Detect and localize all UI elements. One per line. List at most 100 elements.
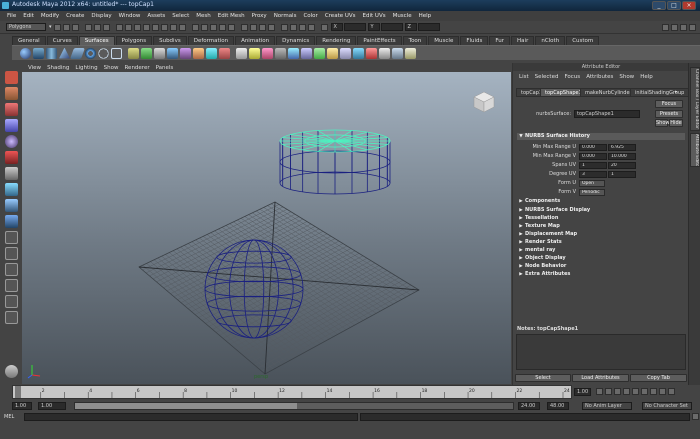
section-components[interactable]: ▶ Components (517, 198, 685, 205)
shelf-tab-rendering[interactable]: Rendering (316, 35, 357, 45)
mask-render-icon[interactable] (169, 23, 177, 31)
nurbs-sphere-icon[interactable] (20, 47, 31, 59)
menuset-dropdown[interactable]: Polygons (6, 23, 46, 31)
command-input[interactable] (24, 413, 358, 421)
degree-u-field[interactable]: 3 (579, 170, 607, 178)
new-scene-icon[interactable] (53, 23, 61, 31)
anim-layer-dropdown[interactable]: No Anim Layer (582, 402, 632, 410)
menu-create-uvs[interactable]: Create UVs (325, 13, 356, 19)
save-scene-icon[interactable] (71, 23, 79, 31)
nurbs-circle-icon[interactable] (98, 47, 109, 59)
snap-plane-icon[interactable] (218, 23, 226, 31)
spans-u-field[interactable]: 1 (579, 161, 607, 169)
shelf-tab-fluids[interactable]: Fluids (460, 35, 489, 45)
input-field-icon[interactable] (320, 23, 328, 31)
shelf-tab-subdivs[interactable]: Subdivs (153, 35, 187, 45)
nurbs-square-icon[interactable] (111, 47, 122, 59)
max-range-v-field[interactable]: 10.000 (608, 152, 636, 160)
form-v-dropdown[interactable]: Periodic (579, 188, 605, 196)
menu-edit-uvs[interactable]: Edit UVs (363, 13, 386, 19)
select-tool-icon[interactable] (5, 71, 18, 84)
viewport-menu-renderer[interactable]: Renderer (124, 65, 149, 71)
go-to-end-icon[interactable] (659, 388, 666, 395)
menu-window[interactable]: Window (119, 13, 141, 19)
bevel-icon[interactable] (219, 47, 230, 59)
surface-editing-icon[interactable] (405, 47, 416, 59)
soft-mod-tool-icon[interactable] (5, 183, 18, 196)
shelf-tab-muscle[interactable]: Muscle (428, 35, 460, 45)
perspective-viewport[interactable]: persp (22, 72, 511, 384)
menu-modify[interactable]: Modify (41, 13, 59, 19)
persp-outliner-layout-icon[interactable] (5, 263, 18, 276)
attach-surfaces-icon[interactable] (288, 47, 299, 59)
open-scene-icon[interactable] (62, 23, 70, 31)
snap-curve-icon[interactable] (200, 23, 208, 31)
birail-icon[interactable] (180, 47, 191, 59)
shelf-tab-dynamics[interactable]: Dynamics (276, 35, 316, 45)
step-forward-key-icon[interactable] (650, 388, 657, 395)
ae-menu-show[interactable]: Show (619, 74, 634, 80)
menu-create[interactable]: Create (66, 13, 84, 19)
mask-joints-icon[interactable] (124, 23, 132, 31)
extrude-icon[interactable] (167, 47, 178, 59)
step-back-key-icon[interactable] (605, 388, 612, 395)
menu-assets[interactable]: Assets (147, 13, 165, 19)
select-hierarchy-icon[interactable] (84, 23, 92, 31)
auto-key-icon[interactable] (668, 388, 675, 395)
ae-menu-attributes[interactable]: Attributes (586, 74, 613, 80)
nurbs-surface-name-field[interactable]: topCapShape1 (574, 110, 640, 118)
align-surfaces-icon[interactable] (314, 47, 325, 59)
menu-help[interactable]: Help (419, 13, 432, 19)
lasso-bottom-icon[interactable] (5, 365, 18, 378)
snap-grid-icon[interactable] (191, 23, 199, 31)
input-ops-icon[interactable] (249, 23, 257, 31)
show-hide-sidebar-icon[interactable] (662, 23, 669, 31)
project-curve-icon[interactable] (249, 47, 260, 59)
show-manipulator-icon[interactable] (5, 199, 18, 212)
section-node-behavior[interactable]: ▶ Node Behavior (517, 263, 685, 270)
shelf-tab-painteffects[interactable]: PaintEffects (357, 35, 402, 45)
mask-deform-icon[interactable] (151, 23, 159, 31)
playback-start-field[interactable]: 1.00 (38, 402, 66, 410)
field-y-input[interactable] (380, 23, 403, 31)
mask-handles-icon[interactable] (115, 23, 123, 31)
scale-tool-icon[interactable] (5, 151, 18, 164)
live-surface-icon[interactable] (227, 23, 235, 31)
section-tessellation[interactable]: ▶ Tessellation (517, 215, 685, 222)
section-render-stats[interactable]: ▶ Render Stats (517, 239, 685, 246)
extend-surfaces-icon[interactable] (353, 47, 364, 59)
shelf-tab-fur[interactable]: Fur (489, 35, 511, 45)
section-object-display[interactable]: ▶ Object Display (517, 255, 685, 262)
nurbs-cylinder-icon[interactable] (46, 47, 57, 59)
section-nurbs-surface-display[interactable]: ▶ NURBS Surface Display (517, 207, 685, 214)
menu-edit[interactable]: Edit (23, 13, 34, 19)
shelf-tab-custom[interactable]: Custom (566, 35, 600, 45)
nurbs-plane-icon[interactable] (69, 47, 86, 59)
construction-history-icon[interactable] (267, 23, 275, 31)
play-backwards-icon[interactable] (623, 388, 630, 395)
section-mental-ray[interactable]: ▶ mental ray (517, 247, 685, 254)
insert-isoparms-icon[interactable] (340, 47, 351, 59)
menu-color[interactable]: Color (303, 13, 317, 19)
menu-edit-mesh[interactable]: Edit Mesh (218, 13, 245, 19)
snap-point-icon[interactable] (209, 23, 217, 31)
field-z-input[interactable] (417, 23, 440, 31)
character-set-dropdown[interactable]: No Character Set (642, 402, 692, 410)
minimize-button[interactable]: _ (652, 1, 666, 10)
single-perspective-layout-icon[interactable] (5, 231, 18, 244)
viewport-menu-view[interactable]: View (28, 65, 41, 71)
mask-dynamics-icon[interactable] (160, 23, 168, 31)
start-time-field[interactable]: 1.00 (12, 402, 32, 410)
select-object-icon[interactable] (93, 23, 101, 31)
menu-file[interactable]: File (7, 13, 16, 19)
shelf-tab-polygons[interactable]: Polygons (115, 35, 153, 45)
viewport-menu-shading[interactable]: Shading (47, 65, 69, 71)
shelf-tab-general[interactable]: General (12, 35, 46, 45)
side-tab-attribute-editor[interactable]: Attribute Editor (690, 133, 700, 167)
presets-button[interactable]: Presets (655, 110, 683, 118)
render-settings-icon[interactable] (307, 23, 315, 31)
shelf-tab-toon[interactable]: Toon (402, 35, 428, 45)
mask-surfaces-icon[interactable] (142, 23, 150, 31)
range-slider[interactable]: 1 24 (74, 402, 514, 410)
shelf-tab-hair[interactable]: Hair (511, 35, 535, 45)
